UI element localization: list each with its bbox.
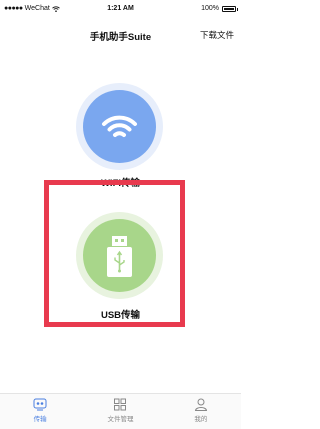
download-files-button[interactable]: 下载文件 [200,29,234,41]
status-bar: ●●●●● WeChat 1:21 AM 100% [0,0,241,18]
tab-transfer-label: 传输 [33,416,47,423]
tab-profile-label: 我的 [194,416,208,423]
wifi-disc [83,90,156,163]
status-right: 100% [201,5,238,12]
wifi-transfer-button[interactable]: WIFI传输 [0,78,241,193]
tab-profile[interactable]: 我的 [161,394,241,429]
battery-icon [222,5,238,12]
tab-file-manage-label: 文件管理 [107,416,134,423]
wifi-icon [102,115,137,137]
profile-icon [194,398,207,411]
nav-bar: 手机助手Suite 下载文件 [0,18,241,52]
tab-transfer[interactable]: 传输 [0,394,80,429]
transfer-icon [33,398,47,411]
battery-percent: 100% [201,5,219,12]
file-manage-icon [114,398,127,411]
highlight-box [44,180,185,327]
tab-bar: 传输 文件管理 我的 [0,393,241,429]
tab-file-manage[interactable]: 文件管理 [80,394,160,429]
battery-fill [224,7,234,10]
